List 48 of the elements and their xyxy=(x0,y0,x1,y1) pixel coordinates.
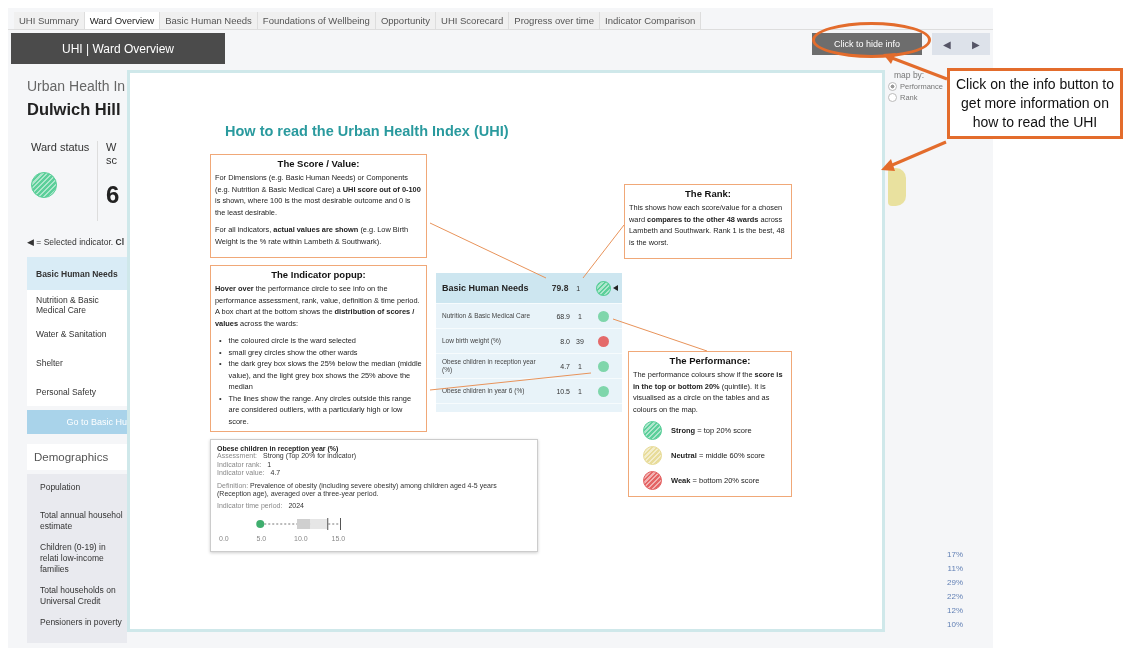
tab[interactable]: Foundations of Wellbeing xyxy=(257,12,376,29)
demographic-label: Children (0-19) in relati low-income families xyxy=(40,542,107,575)
age-percentage: 29% xyxy=(947,578,963,587)
callout-arrow xyxy=(883,53,948,81)
indicator-row[interactable]: Basic Human Needs xyxy=(27,257,127,290)
nav-arrow-button[interactable]: ▶ xyxy=(971,38,980,50)
indicator-row[interactable]: Personal Safety xyxy=(27,377,127,406)
score-value: 79.8 xyxy=(550,283,569,293)
hide-info-button[interactable]: Click to hide info xyxy=(812,33,922,55)
demographic-label: Pensioners in poverty xyxy=(40,617,123,629)
tab[interactable]: Progress over time xyxy=(509,12,601,29)
tab[interactable]: UHI Summary xyxy=(14,12,85,29)
box-title: The Score / Value: xyxy=(276,158,361,169)
tab[interactable]: Basic Human Needs xyxy=(160,12,258,29)
legend-text: ◀ = Selected indicator. Cl xyxy=(27,237,125,247)
map-by-label: map by: xyxy=(893,70,926,80)
page-title: UHI | Ward Overview xyxy=(11,33,225,64)
age-percentage: 22% xyxy=(947,592,963,601)
ward-score: 6 xyxy=(106,181,121,209)
demographics-heading: Demographics xyxy=(27,444,127,470)
demographic-label: Population xyxy=(40,482,82,494)
tab[interactable]: Ward Overview xyxy=(84,12,161,29)
guide-title: How to read the Urban Health Index (UHI) xyxy=(225,123,509,139)
map-fragment-drawing xyxy=(888,168,906,206)
age-percentage: 17% xyxy=(947,550,963,559)
age-percentage: 10% xyxy=(947,620,963,629)
age-percentage: 11% xyxy=(947,564,963,573)
tab[interactable]: UHI Scorecard xyxy=(436,12,510,29)
annotation-callout: Click on the info button to get more information on how to read the UHI xyxy=(947,68,1123,139)
demographic-label: Total annual househol estimate xyxy=(40,510,123,532)
demographic-label: Total households on Universal Credit xyxy=(40,585,117,607)
callout-arrow xyxy=(881,140,947,171)
box-title: The Performance: xyxy=(668,355,752,366)
indicator-row[interactable]: Shelter xyxy=(27,348,127,377)
ward-name: Dulwich Hill xyxy=(27,100,122,119)
tab[interactable]: Opportunity xyxy=(375,12,436,29)
leader-line xyxy=(582,224,625,279)
ward-status-label: Ward status xyxy=(31,141,91,154)
ward-score-label: W sc xyxy=(106,141,118,167)
indicator-row[interactable]: Nutrition & Basic Medical Care xyxy=(27,290,127,319)
box-title: The Rank: xyxy=(684,188,732,199)
indicator-name: Basic Human Needs xyxy=(442,284,530,292)
tab[interactable]: Indicator Comparison xyxy=(600,12,702,29)
indicator-row[interactable]: Water & Sanitation xyxy=(27,319,127,348)
nav-arrow-button[interactable]: ◀ xyxy=(942,38,951,50)
section-heading: Urban Health In xyxy=(27,78,127,94)
box-title: The Indicator popup: xyxy=(270,269,367,280)
age-percentage: 12% xyxy=(947,606,963,615)
